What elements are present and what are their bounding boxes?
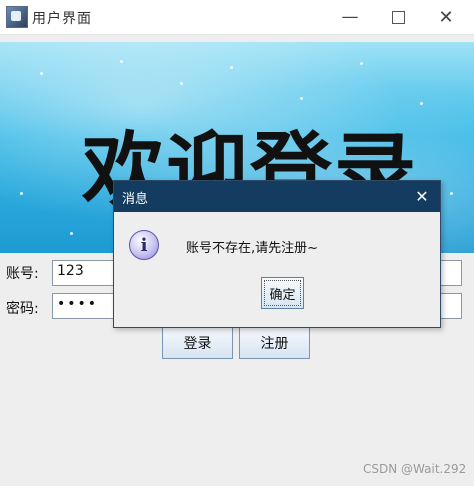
dialog-close-button[interactable]: ✕ [410,184,434,208]
watermark: CSDN @Wait.292 [363,462,467,476]
message-dialog: 消息 ✕ i 账号不存在,请先注册~ 确定 [113,180,441,328]
dialog-title-bar: 消息 ✕ [114,181,440,212]
info-icon: i [129,230,159,260]
window-title-bar: 用户界面 — ✕ [0,0,474,35]
window-title: 用户界面 [32,11,92,27]
dialog-message: 账号不存在,请先注册~ [186,241,319,256]
maximize-icon [391,10,405,24]
close-button[interactable]: ✕ [422,0,470,34]
ok-button[interactable]: 确定 [261,277,304,309]
maximize-button[interactable] [374,0,422,34]
dialog-title: 消息 [122,192,149,207]
register-button[interactable]: 注册 [239,327,310,359]
app-icon [6,6,28,28]
login-button[interactable]: 登录 [162,327,233,359]
minimize-button[interactable]: — [326,0,374,34]
account-label: 账号: [6,266,39,282]
password-label: 密码: [6,301,39,317]
